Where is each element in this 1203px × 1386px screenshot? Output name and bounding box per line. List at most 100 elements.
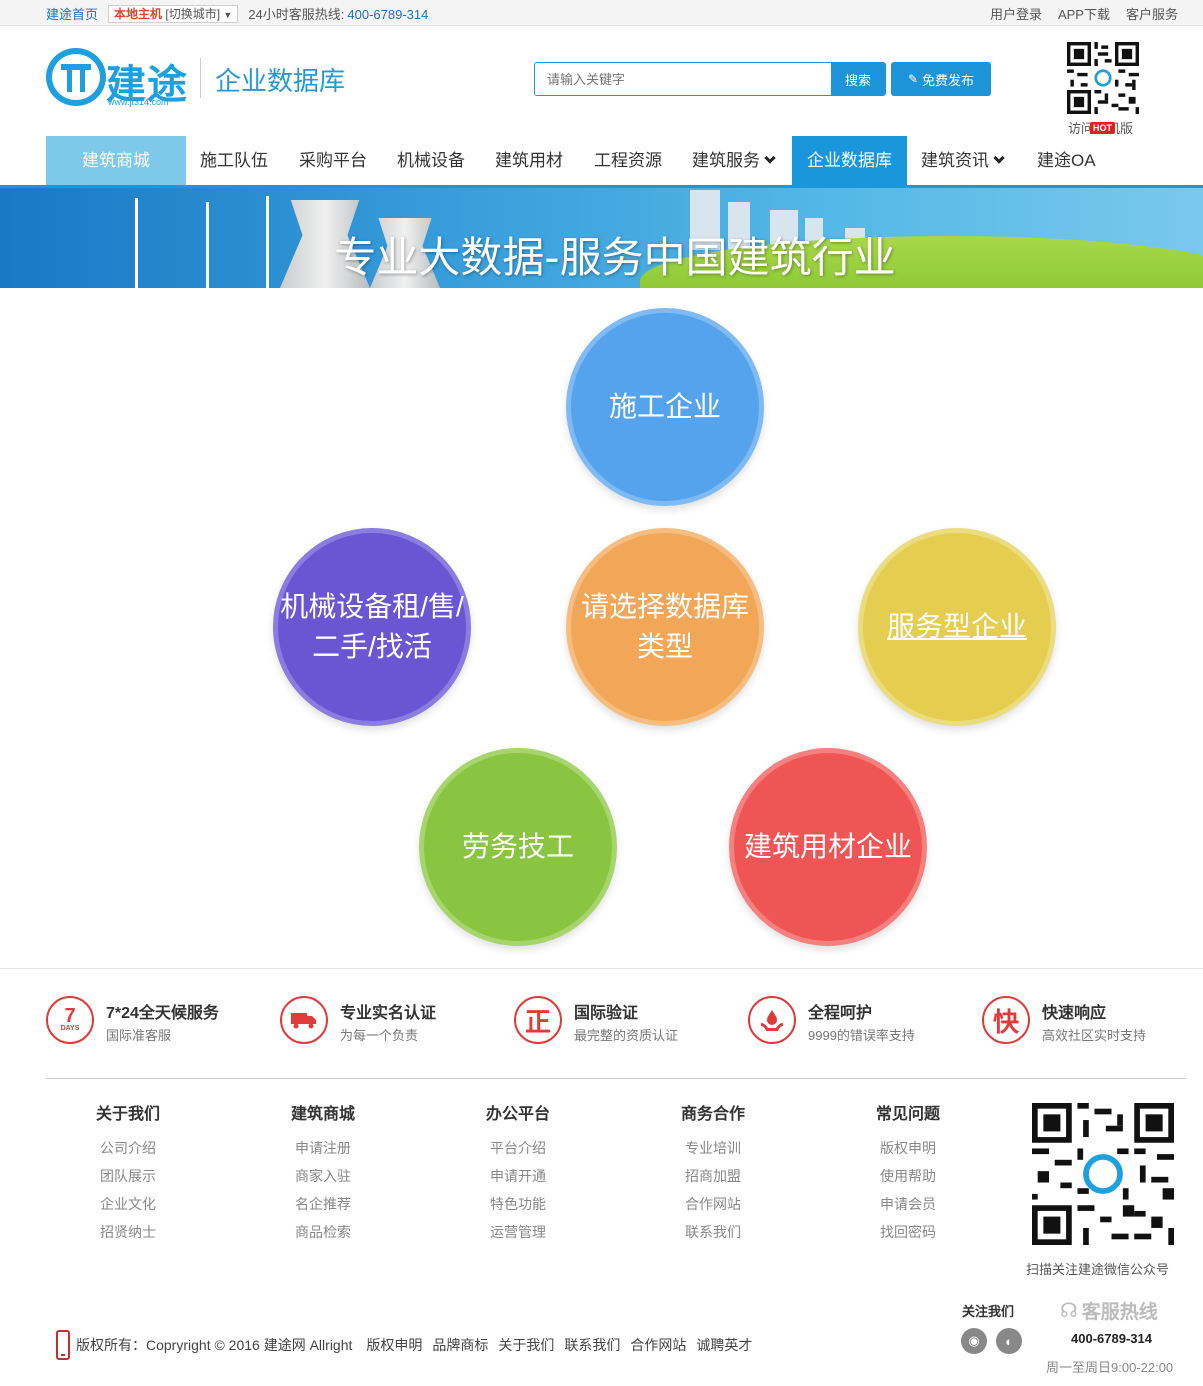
footer-col-faq: 常见问题 版权申明 使用帮助 申请会员 找回密码 — [823, 1100, 993, 1246]
nav-item-oa[interactable]: 建途OA — [1037, 136, 1096, 185]
category-service-enterprise[interactable]: 服务型企业 — [858, 528, 1056, 726]
qq-icon[interactable]: ◐ — [996, 1328, 1022, 1354]
footer-link[interactable]: 特色功能 — [433, 1190, 603, 1218]
zheng-icon: 正 — [514, 996, 562, 1044]
service-hotline-title: 客服热线 — [1081, 1302, 1158, 1323]
wechat-qr-caption: 扫描关注建途微信公众号 — [1026, 1262, 1170, 1277]
footer-link[interactable]: 联系我们 — [628, 1218, 798, 1246]
nav-item-construction-team[interactable]: 施工队伍 — [200, 136, 268, 185]
footer-link[interactable]: 公司介绍 — [43, 1134, 213, 1162]
feature-verify: 专业实名认证 为每一个负责 — [280, 996, 436, 1044]
nav-item-materials[interactable]: 建筑用材 — [495, 136, 563, 185]
category-label: 服务型企业 — [886, 611, 1027, 642]
switch-city-label: [切换城市] — [165, 6, 221, 21]
footer-link[interactable]: 商品检索 — [238, 1218, 408, 1246]
feature-desc: 高效社区实时支持 — [1042, 1028, 1147, 1043]
hotline: 24小时客服热线: 400-6789-314 — [248, 4, 428, 23]
seven-days-number: 7 — [64, 1005, 76, 1027]
bottom-link-copyright[interactable]: 版权申明 — [366, 1335, 422, 1355]
footer-col-title: 关于我们 — [95, 1106, 160, 1123]
nav-item-machinery[interactable]: 机械设备 — [397, 136, 465, 185]
footer-link[interactable]: 招贤纳士 — [43, 1218, 213, 1246]
edit-icon: ✎ — [907, 72, 919, 86]
footer-link[interactable]: 团队展示 — [43, 1162, 213, 1190]
seven-days-sub: DAYS — [60, 1025, 80, 1032]
footer-link[interactable]: 合作网站 — [628, 1190, 798, 1218]
footer-link[interactable]: 商家入驻 — [238, 1162, 408, 1190]
feature-desc: 国际准客服 — [106, 1028, 172, 1043]
bottom-link-about[interactable]: 关于我们 — [498, 1335, 554, 1355]
nav-item-resources[interactable]: 工程资源 — [594, 136, 662, 185]
nav-item-mall[interactable]: 建筑商城 — [46, 136, 186, 185]
logo-url: www.jt314.com — [108, 97, 169, 107]
logo[interactable]: 建途 www.jt314.com — [46, 48, 191, 108]
copyright-text: 版权所有：Copryright © 2016 建途网 Allright — [76, 1337, 353, 1353]
customer-service-link[interactable]: 客户服务 — [1126, 4, 1178, 23]
footer-link[interactable]: 申请会员 — [823, 1190, 993, 1218]
footer-col-title: 办公平台 — [485, 1106, 550, 1123]
search-input[interactable] — [535, 63, 831, 95]
bottom-link-contact[interactable]: 联系我们 — [564, 1335, 620, 1355]
category-construction-enterprise[interactable]: 施工企业 — [566, 308, 764, 506]
qr-code-icon[interactable] — [1067, 42, 1139, 114]
footer-link[interactable]: 找回密码 — [823, 1218, 993, 1246]
feature-24h: 7 DAYS 7*24全天候服务 国际准客服 — [46, 996, 219, 1044]
mobile-phone-icon — [56, 1330, 70, 1360]
site-name: 企业数据库 — [215, 66, 346, 96]
footer-link[interactable]: 申请开通 — [433, 1162, 603, 1190]
category-labor[interactable]: 劳务技工 — [419, 748, 617, 946]
hot-badge: HOT — [1090, 122, 1115, 134]
headset-icon: ☊ — [1060, 1300, 1078, 1322]
divider — [200, 58, 201, 98]
publish-button[interactable]: ✎ 免费发布 — [891, 62, 991, 96]
service-phone: 400-6789-314 — [1071, 1331, 1152, 1346]
current-city: 本地主机 — [114, 6, 163, 21]
footer-link[interactable]: 企业文化 — [43, 1190, 213, 1218]
footer-link[interactable]: 运营管理 — [433, 1218, 603, 1246]
app-download-link[interactable]: APP下载 — [1058, 4, 1110, 23]
footer-link[interactable]: 招商加盟 — [628, 1162, 798, 1190]
footer-col-business: 商务合作 专业培训 招商加盟 合作网站 联系我们 — [628, 1100, 798, 1246]
bottom-link-brand[interactable]: 品牌商标 — [432, 1335, 488, 1355]
category-label: 请选择数据库 — [580, 591, 749, 622]
feature-desc: 9999的错误率支持 — [808, 1028, 915, 1043]
category-machinery[interactable]: 机械设备租/售/二手/找活 — [273, 528, 471, 726]
feature-title: 国际验证 — [574, 1005, 639, 1022]
nav-item-procurement[interactable]: 采购平台 — [299, 136, 367, 185]
hotline-label: 24小时客服热线: — [248, 7, 345, 22]
feature-desc: 最完整的资质认证 — [574, 1028, 679, 1043]
footer-link[interactable]: 使用帮助 — [823, 1162, 993, 1190]
caret-down-icon: ▼ — [223, 9, 233, 20]
category-materials-enterprise[interactable]: 建筑用材企业 — [729, 748, 927, 946]
city-switcher[interactable]: 本地主机 [切换城市] ▼ — [108, 4, 239, 23]
publish-label: 免费发布 — [922, 72, 975, 88]
search-box: 搜索 — [534, 62, 886, 96]
feature-title: 专业实名认证 — [340, 1005, 437, 1022]
bottom-link-jobs[interactable]: 诚聘英才 — [696, 1335, 752, 1355]
bottom-links: 版权申明 品牌商标 关于我们 联系我们 合作网站 诚聘英才 — [366, 1335, 752, 1355]
footer-col-mall: 建筑商城 申请注册 商家入驻 名企推荐 商品检索 — [238, 1100, 408, 1246]
chevron-down-icon — [764, 152, 776, 164]
weibo-icon[interactable]: ◉ — [961, 1328, 987, 1354]
nav-item-services-label: 建筑服务 — [692, 151, 760, 170]
nav-item-services[interactable]: 建筑服务 — [692, 136, 776, 185]
footer-link[interactable]: 申请注册 — [238, 1134, 408, 1162]
footer-link[interactable]: 专业培训 — [628, 1134, 798, 1162]
footer-col-title: 建筑商城 — [290, 1106, 355, 1123]
category-label: 施工企业 — [608, 391, 721, 422]
footer-link[interactable]: 版权申明 — [823, 1134, 993, 1162]
choose-database-type: 请选择数据库 类型 — [566, 528, 764, 726]
search-button[interactable]: 搜索 — [831, 63, 885, 95]
nav-item-news[interactable]: 建筑资讯 — [921, 136, 1005, 185]
feature-fast: 快 快速响应 高效社区实时支持 — [982, 996, 1146, 1044]
truck-icon — [280, 996, 328, 1044]
bottom-link-partners[interactable]: 合作网站 — [630, 1335, 686, 1355]
footer-link[interactable]: 名企推荐 — [238, 1190, 408, 1218]
category-label: 劳务技工 — [461, 831, 574, 862]
feature-care: 全程呵护 9999的错误率支持 — [748, 996, 915, 1044]
nav-item-enterprise-db[interactable]: 企业数据库 — [792, 136, 907, 185]
footer-col-about: 关于我们 公司介绍 团队展示 企业文化 招贤纳士 — [43, 1100, 213, 1246]
footer-link[interactable]: 平台介绍 — [433, 1134, 603, 1162]
home-link[interactable]: 建途首页 — [46, 4, 98, 23]
login-link[interactable]: 用户登录 — [990, 4, 1042, 23]
